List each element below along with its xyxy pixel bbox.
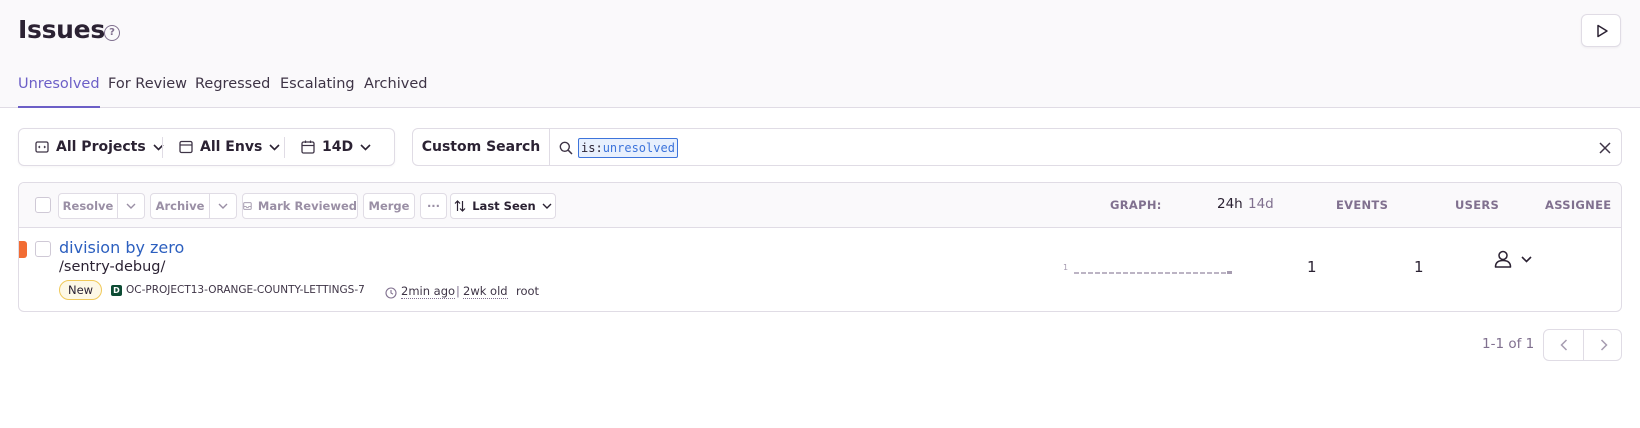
page-filter-bar: All Projects All Envs 14D [18,128,395,166]
sort-icon [454,200,466,212]
environment-filter[interactable]: All Envs [179,129,280,165]
token-value: unresolved [602,141,675,155]
project-filter-label: All Projects [56,139,146,155]
chevron-down-icon [269,143,280,151]
period-14d-toggle[interactable]: 14d [1248,196,1274,212]
tab-escalating[interactable]: Escalating [280,76,355,108]
first-seen[interactable]: 2wk old [463,284,508,299]
sort-dropdown[interactable]: Last Seen [450,193,556,219]
issue-title-link[interactable]: division by zero [59,238,184,257]
chevron-down-icon [360,143,371,151]
help-icon[interactable]: ? [104,25,120,41]
more-actions-button[interactable]: ··· [420,193,447,219]
project-icon [35,140,49,154]
clear-search-icon[interactable] [1598,140,1612,159]
filter-divider [284,137,285,158]
saved-search-button[interactable]: Custom Search [413,129,550,165]
issue-search-bar: Custom Search is:unresolved [412,128,1622,166]
issue-checkbox[interactable] [35,241,51,257]
user-icon [1494,250,1512,268]
tab-regressed[interactable]: Regressed [195,76,270,108]
calendar-icon [301,140,315,154]
pagination-controls [1543,329,1622,361]
next-page-button[interactable] [1584,330,1623,360]
graph-column-header: GRAPH: [1110,198,1162,212]
play-button[interactable] [1581,14,1621,47]
event-count: 1 [1307,258,1317,276]
event-sparkline [1074,271,1232,274]
tab-for-review[interactable]: For Review [108,76,187,108]
select-all-checkbox[interactable] [35,197,51,213]
issue-short-id[interactable]: OC-PROJECT13-ORANGE-COUNTY-LETTINGS-7 [126,284,365,296]
django-project-icon: D [111,285,122,296]
page-header: Issues ? Unresolved For Review Regressed… [0,0,1640,108]
environment-filter-label: All Envs [200,139,263,155]
resolve-button[interactable]: Resolve [58,193,118,219]
issue-list-actions: Resolve Archive Mark Reviewed Merge ··· … [19,183,1621,228]
sort-label: Last Seen [472,199,536,213]
date-filter[interactable]: 14D [301,129,371,165]
new-badge: New [59,280,103,300]
chevron-down-icon [126,203,136,209]
chevron-down-icon [542,203,552,209]
resolve-dropdown-button[interactable] [117,193,145,219]
merge-button[interactable]: Merge [363,193,415,219]
page-title: Issues [18,15,105,44]
time-separator: | [456,284,460,298]
window-icon [179,140,193,154]
token-key: is: [581,141,603,155]
clock-icon [385,284,397,303]
project-filter[interactable]: All Projects [35,129,164,165]
issue-list-panel: Resolve Archive Mark Reviewed Merge ··· … [18,182,1622,312]
tab-unresolved[interactable]: Unresolved [18,76,100,108]
users-column-header: USERS [1455,198,1500,212]
user-count: 1 [1414,258,1424,276]
filter-divider [162,137,163,158]
date-filter-label: 14D [322,139,354,155]
assignee-selector[interactable] [1493,249,1532,269]
archive-dropdown-button[interactable] [209,193,237,219]
mark-reviewed-label: Mark Reviewed [257,199,357,213]
chevron-down-icon [218,203,228,209]
last-seen[interactable]: 2min ago [401,284,456,299]
archive-button[interactable]: Archive [150,193,210,219]
chevron-left-icon [1559,339,1567,351]
inbox-icon [243,202,252,210]
mark-reviewed-button[interactable]: Mark Reviewed [242,193,358,219]
period-24h-toggle[interactable]: 24h [1217,196,1243,212]
play-icon [1597,24,1608,38]
search-icon [559,140,573,159]
search-query-token[interactable]: is:unresolved [578,138,678,158]
tab-archived[interactable]: Archived [364,76,427,108]
pagination-caption: 1-1 of 1 [1482,336,1535,352]
assignee-column-header: ASSIGNEE [1545,198,1612,212]
error-level-indicator [19,241,27,258]
events-column-header: EVENTS [1336,198,1389,212]
issue-logger: root [516,284,540,298]
chevron-right-icon [1600,339,1608,351]
issue-culprit: /sentry-debug/ [59,259,166,275]
chevron-down-icon [1521,255,1532,263]
previous-page-button[interactable] [1544,330,1583,360]
